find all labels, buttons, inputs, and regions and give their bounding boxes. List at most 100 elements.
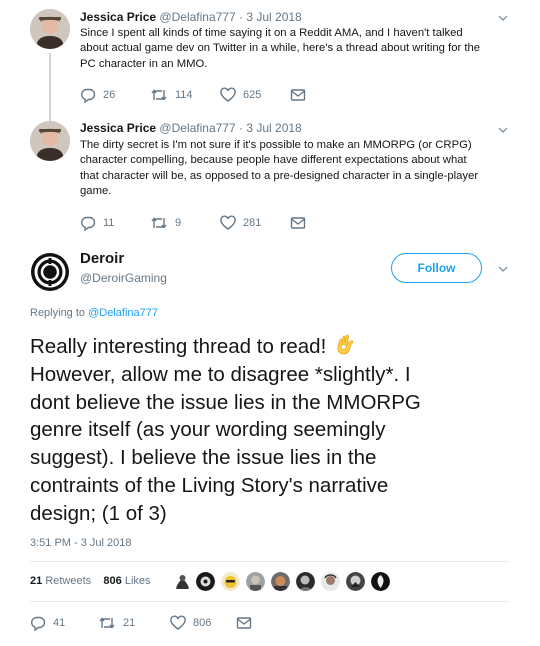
heart-icon [170,615,186,630]
tweet-text-segment: Really interesting thread to read! [30,335,327,358]
heart-icon [220,215,236,230]
tweet-text-line: However, allow me to disagree *slightly*… [30,362,411,386]
like-count: 806 [193,617,212,629]
reply-button[interactable]: 26 [80,86,115,104]
chevron-down-icon[interactable] [497,12,509,24]
tweet-header: Jessica Price @Delafina777 · 3 Jul 2018 [80,121,302,136]
liker-avatar[interactable] [346,572,365,591]
retweet-total: 21 [30,575,43,587]
deroir-logo-icon [31,253,69,291]
tweet-timestamp[interactable]: 3:51 PM - 3 Jul 2018 [30,537,132,549]
divider [30,601,510,602]
liker-avatar[interactable] [246,572,265,591]
ok-hand-emoji-icon [337,334,354,355]
reply-icon [81,88,96,103]
liker-avatar[interactable] [371,572,390,591]
tweet-text-line: The dirty secret is I'm not sure if it's… [80,139,472,151]
author-name[interactable]: Jessica Price [80,10,156,24]
tweet-date[interactable]: 3 Jul 2018 [246,121,301,135]
like-button[interactable]: 281 [220,214,261,232]
tweet-text-line: game. [80,185,112,198]
thread-line [49,53,51,123]
retweet-count: 9 [175,217,182,229]
tweet-actions: 41 21 806 [30,614,510,632]
author-handle[interactable]: @DeroirGaming [80,271,167,285]
tweet-text-line: Since I spent all kinds of time saying i… [80,27,463,39]
chevron-down-icon[interactable] [497,263,509,275]
like-count: 625 [243,89,262,101]
replying-handle-link[interactable]: @Delafina777 [88,307,158,319]
retweet-icon [151,217,167,229]
replying-to: Replying to @Delafina777 [30,307,158,319]
retweet-icon [99,617,115,629]
direct-message-button[interactable] [236,614,252,632]
tweet-text-line: genre itself (as your wording seemingly [30,418,386,442]
avatar-image [30,9,70,49]
tweet-text: Since I spent all kinds of time saying i… [80,26,520,72]
likes-label: Likes [124,575,151,587]
reply-button[interactable]: 11 [80,214,114,232]
divider [30,561,510,562]
like-total: 806 [103,575,122,587]
reply-count: 11 [103,217,115,229]
envelope-icon [236,617,252,629]
tweet-text-line: design; (1 of 3) [30,501,167,525]
heart-icon [220,87,236,102]
likes-stat[interactable]: 806 Likes [103,575,150,587]
tweet-text-line: contraints of the Living Story's narrati… [30,473,389,497]
dot-separator: · [239,10,243,24]
reply-count: 26 [103,89,116,101]
avatar[interactable] [30,252,70,292]
tweet-text-line: character compelling, because people hav… [80,154,467,167]
tweet-date[interactable]: 3 Jul 2018 [246,10,301,24]
tweet-text-line: dont believe the issue lies in the MMORP… [30,390,421,414]
follow-button[interactable]: Follow [391,253,482,283]
author-handle[interactable]: @Delafina777 [159,10,235,24]
tweet-text-line: about actual game dev on Twitter in a wh… [80,42,481,55]
like-button[interactable]: 625 [220,86,261,104]
engagement-stats: 21 Retweets 806 Likes [30,575,151,587]
avatar-image [30,121,70,161]
retweet-button[interactable]: 21 [98,614,135,632]
liker-avatar[interactable] [221,572,240,591]
tweet-header: Jessica Price @Delafina777 · 3 Jul 2018 [80,10,302,25]
main-tweet-text: Really interesting thread to read! Howev… [30,332,510,528]
author-name[interactable]: Deroir [80,250,124,267]
reply-count: 41 [53,617,66,629]
reply-button[interactable]: 41 [30,614,65,632]
like-count: 281 [243,217,262,229]
liker-avatar[interactable] [296,572,315,591]
liker-avatar[interactable] [271,572,290,591]
direct-message-button[interactable] [290,86,306,104]
tweet-text-line: Really interesting thread to read! [30,332,510,361]
retweet-button[interactable]: 9 [150,214,181,232]
avatar[interactable] [30,9,70,49]
retweet-icon [151,89,167,101]
envelope-icon [290,217,306,229]
author-name[interactable]: Jessica Price [80,121,156,135]
replying-label: Replying to [30,307,86,319]
liker-avatar[interactable] [321,572,340,591]
author-handle[interactable]: @Delafina777 [159,121,235,135]
retweets-stat[interactable]: 21 Retweets [30,575,91,587]
chevron-down-icon[interactable] [497,124,509,136]
reply-icon [31,616,46,631]
direct-message-button[interactable] [290,214,306,232]
tweet-text-line: PC character in an MMO. [80,57,208,70]
reply-icon [81,216,96,231]
tweet-text-line: suggest). I believe the issue lies in th… [30,446,377,470]
retweet-button[interactable]: 114 [150,86,193,104]
liker-avatar[interactable] [173,572,192,591]
dot-separator: · [239,121,243,135]
avatar[interactable] [30,121,70,161]
tweet-actions: 26 114 625 [80,86,520,104]
retweets-label: Retweets [45,575,92,587]
tweet-text-line: that character will be, as opposed to a … [80,169,479,182]
envelope-icon [290,89,306,101]
tweet-text: The dirty secret is I'm not sure if it's… [80,138,520,200]
retweet-count: 21 [123,617,136,629]
retweet-count: 114 [175,89,193,101]
liker-avatar[interactable] [196,572,215,591]
tweet-actions: 11 9 281 [80,214,520,232]
like-button[interactable]: 806 [170,614,211,632]
